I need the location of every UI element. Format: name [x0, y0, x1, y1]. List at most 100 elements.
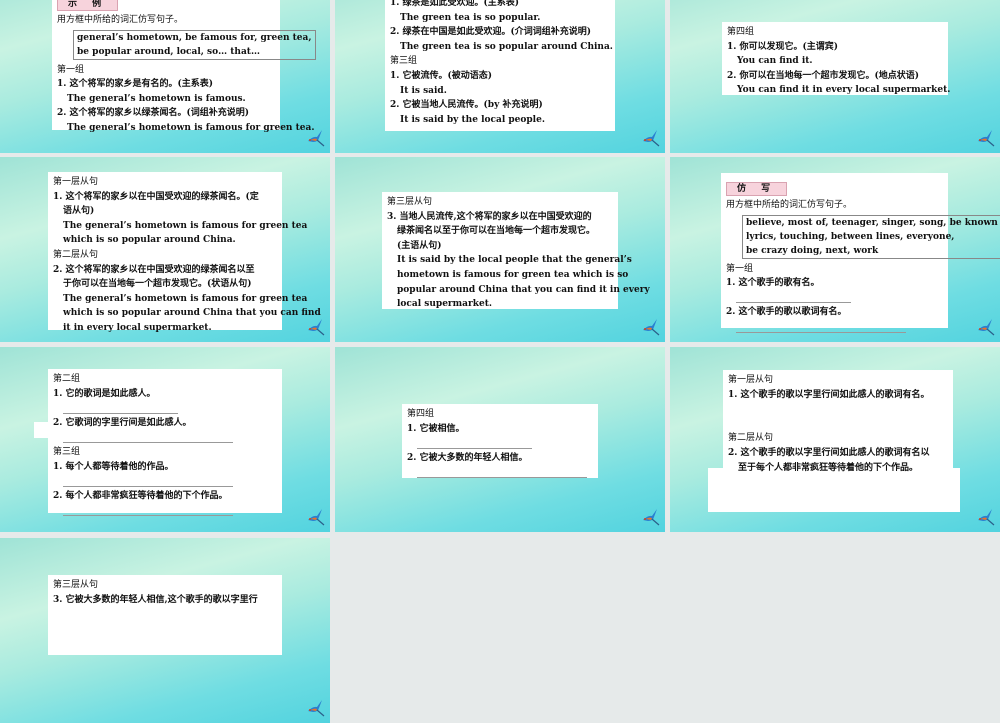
text-panel: 1. 绿茶是如此受欢迎。(主系表) The green tea is so pop… [385, 0, 615, 131]
word-list-line: be popular around, local, so… that… [77, 46, 260, 57]
chinese-prompt: 1. 这个歌手的歌以字里行间如此感人的歌词有名。 [728, 389, 930, 400]
text-panel: 第一层从句 1. 这个歌手的歌以字里行间如此感人的歌词有名。 第二层从句 2. 这个歌… [723, 370, 953, 475]
word-list-line: believe, most of, teenager, singer, song… [746, 217, 1000, 228]
text-panel: 仿 写用方框中所给的词汇仿写句子。 believe, most of, teena… [721, 173, 1000, 333]
answer-blank [53, 401, 278, 416]
text-panel: 第一层从句 1. 这个将军的家乡以在中国受欢迎的绿茶闻名。(定语从句) The ge… [48, 172, 321, 333]
slide-thumbnail[interactable]: 第三层从句 3. 当地人民流传,这个将军的家乡以在中国受欢迎的绿茶闻名以至于你可以… [335, 157, 665, 342]
section-tag: 仿 写 [726, 182, 788, 196]
group-heading: 第四组 [407, 409, 435, 419]
chinese-prompt-cont: 至于每个人都非常疯狂等待着他的下个作品。 [738, 462, 919, 473]
group-heading: 用方框中所给的词汇仿写句子。 [726, 200, 853, 210]
parrot-icon [308, 130, 325, 147]
english-answer: The general’s hometown is famous. [67, 93, 246, 104]
chinese-prompt: 1. 这个歌手的歌有名。 [726, 278, 820, 289]
answer-blank [407, 436, 594, 451]
group-heading: 用方框中所给的词汇仿写句子。 [57, 15, 184, 25]
word-list-line: lyrics, touching, between lines, everyon… [746, 231, 955, 242]
text-panel: 第三层从句 3. 它被大多数的年轻人相信,这个歌手的歌以字里行 [48, 575, 282, 655]
slide-thumbnail[interactable]: 第三层从句 3. 它被大多数的年轻人相信,这个歌手的歌以字里行 [0, 538, 330, 723]
group-heading: 第三层从句 [387, 197, 433, 207]
parrot-icon [978, 509, 995, 526]
english-answer: hometown is famous for green tea which i… [397, 269, 629, 280]
english-answer: You can find it in every local supermark… [737, 85, 951, 96]
parrot-icon [643, 130, 660, 147]
word-box: believe, most of, teenager, singer, song… [742, 214, 1000, 259]
parrot-icon [308, 319, 325, 336]
parrot-icon [978, 130, 995, 147]
english-answer: It is said. [400, 85, 447, 96]
english-answer: popular around China that you can find i… [397, 284, 650, 295]
answer-blank [726, 320, 944, 335]
chinese-prompt-cont: 语从句) [63, 206, 95, 217]
english-answer: which is so popular around China. [63, 235, 236, 246]
chinese-prompt: 2. 它歌词的字里行间是如此感人。 [53, 417, 192, 428]
english-answer: The green tea is so popular around China… [400, 41, 613, 52]
word-list-line: be crazy doing, next, work [746, 245, 879, 256]
english-answer: The general’s hometown is famous for gre… [67, 122, 315, 133]
slide-thumbnail[interactable]: 第一层从句 1. 这个歌手的歌以字里行间如此感人的歌词有名。 第二层从句 2. 这个歌… [670, 347, 1000, 532]
group-heading: 第三组 [390, 56, 418, 67]
text-panel: 第四组 1. 你可以发现它。(主谓宾) You can find it. 2. 你可以… [722, 22, 951, 96]
english-answer: which is so popular around China that yo… [63, 308, 321, 319]
group-heading: 第三组 [53, 446, 81, 457]
english-answer: The general’s hometown is famous for gre… [63, 293, 308, 304]
slide-thumbnail[interactable]: 第四组 1. 它被相信。 2. 它被大多数的年轻人相信。 [335, 347, 665, 532]
parrot-icon [978, 319, 995, 336]
group-heading: 第一组 [57, 64, 85, 75]
slide-thumbnail[interactable]: 仿 写用方框中所给的词汇仿写句子。 believe, most of, teena… [670, 157, 1000, 342]
chinese-prompt: 2. 每个人都非常疯狂等待着他的下个作品。 [53, 490, 228, 501]
group-heading: 第四组 [727, 27, 755, 37]
chinese-prompt: 1. 它被流传。(被动语态) [390, 70, 493, 81]
word-list-line: general’s hometown, be famous for, green… [77, 32, 312, 43]
chinese-prompt: 2. 这个将军的家乡以绿茶闻名。(词组补充说明) [57, 108, 250, 119]
group-heading: 第一层从句 [728, 375, 774, 385]
chinese-prompt-cont: 绿茶闻名以至于你可以在当地每一个超市发现它。 [397, 226, 596, 237]
slide-thumbnail[interactable]: 第四组 1. 你可以发现它。(主谓宾) You can find it. 2. 你可以… [670, 0, 1000, 153]
text-panel: 第三层从句 3. 当地人民流传,这个将军的家乡以在中国受欢迎的绿茶闻名以至于你可以… [382, 192, 650, 310]
chinese-prompt: 2. 这个歌手的歌以字里行间如此感人的歌词有名以 [728, 447, 930, 458]
chinese-prompt: 1. 你可以发现它。(主谓宾) [727, 41, 839, 52]
chinese-prompt: 1. 这个将军的家乡是有名的。(主系表) [57, 79, 214, 90]
section-tag: 示 例 [57, 0, 119, 11]
english-answer: You can find it. [737, 56, 813, 67]
answer-blank [53, 474, 278, 489]
chinese-prompt: 2. 它被当地人民流传。(by 补充说明) [390, 100, 543, 111]
chinese-prompt: 1. 它被相信。 [407, 423, 465, 434]
word-box: general’s hometown, be famous for, green… [73, 29, 316, 60]
slide-thumbnail[interactable]: 第一层从句 1. 这个将军的家乡以在中国受欢迎的绿茶闻名。(定语从句) The ge… [0, 157, 330, 342]
parrot-icon [643, 509, 660, 526]
english-answer: It is said by the local people that the … [397, 255, 632, 266]
parrot-icon [308, 509, 325, 526]
answer-blank [53, 503, 278, 518]
group-heading: 第二组 [53, 374, 81, 384]
english-answer: The green tea is so popular. [400, 12, 541, 23]
parrot-icon [643, 319, 660, 336]
group-heading: 第三层从句 [53, 580, 99, 590]
chinese-prompt: 3. 当地人民流传,这个将军的家乡以在中国受欢迎的 [387, 211, 592, 222]
chinese-prompt-cont: (主语从句) [397, 240, 442, 251]
chinese-prompt: 1. 这个将军的家乡以在中国受欢迎的绿茶闻名。(定 [53, 191, 259, 202]
chinese-prompt: 2. 绿茶在中国是如此受欢迎。(介词词组补充说明) [390, 27, 592, 38]
slide-thumbnail[interactable]: 1. 绿茶是如此受欢迎。(主系表) The green tea is so pop… [335, 0, 665, 153]
group-heading: 第一层从句 [53, 177, 99, 187]
parrot-icon [308, 700, 325, 717]
answer-blank [407, 465, 594, 480]
chinese-prompt: 1. 它的歌词是如此感人。 [53, 388, 156, 399]
english-answer: local supermarket. [397, 299, 493, 310]
text-panel: 第二组 1. 它的歌词是如此感人。 2. 它歌词的字里行间是如此感人。 第三组 1. 每… [48, 369, 282, 516]
slide-thumbnail[interactable]: 示 例用方框中所给的词汇仿写句子。 general’s hometown, be … [0, 0, 330, 153]
answer-blank [726, 291, 944, 306]
text-panel: 第四组 1. 它被相信。 2. 它被大多数的年轻人相信。 [402, 404, 598, 478]
chinese-prompt: 1. 绿茶是如此受欢迎。(主系表) [390, 0, 520, 8]
group-heading: 第二层从句 [53, 249, 99, 260]
chinese-prompt: 2. 你可以在当地每一个超市发现它。(地点状语) [727, 70, 920, 81]
slide-thumbnail[interactable]: 第二组 1. 它的歌词是如此感人。 2. 它歌词的字里行间是如此感人。 第三组 1. 每… [0, 347, 330, 532]
text-panel: 示 例用方框中所给的词汇仿写句子。 general’s hometown, be … [52, 0, 316, 133]
chinese-prompt: 2. 这个歌手的歌以歌词有名。 [726, 307, 847, 318]
english-answer: it in every local supermarket. [63, 322, 212, 333]
chinese-prompt: 2. 它被大多数的年轻人相信。 [407, 452, 528, 463]
chinese-prompt: 1. 每个人都等待着他的作品。 [53, 461, 174, 472]
